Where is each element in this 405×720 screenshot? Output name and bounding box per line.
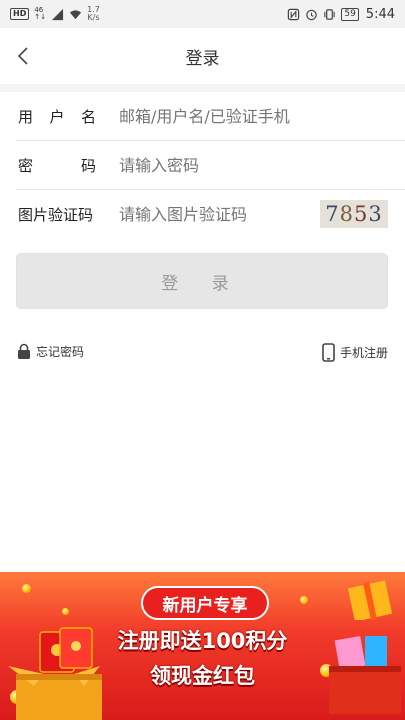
forgot-password-link[interactable]: 忘记密码 xyxy=(17,343,84,360)
new-user-badge: 新用户专享 xyxy=(141,586,269,620)
username-row: 用 户 名 xyxy=(0,92,405,141)
clock: 5:44 xyxy=(365,6,395,22)
back-arrow-icon[interactable] xyxy=(14,44,34,68)
captcha-image[interactable]: 7 8 5 3 xyxy=(320,200,388,228)
phone-register-label: 手机注册 xyxy=(339,346,388,360)
status-bar-right: 59 5:44 xyxy=(287,7,395,22)
coin-decoration xyxy=(300,596,308,604)
captcha-digit: 8 xyxy=(339,202,354,226)
network-speed: 1.7 K/s xyxy=(87,6,100,22)
captcha-row: 图片验证码 7 8 5 3 xyxy=(0,190,405,239)
username-label-char-3: 名 xyxy=(80,108,96,126)
username-label-char-1: 用 xyxy=(18,108,34,126)
page-title: 登录 xyxy=(185,48,220,69)
password-input[interactable] xyxy=(119,156,319,175)
gift-box-icon xyxy=(347,580,393,620)
username-input[interactable] xyxy=(119,107,339,126)
username-label-char-2: 户 xyxy=(49,108,65,126)
vibrate-icon xyxy=(324,8,336,20)
promo-subline: 领现金红包 xyxy=(150,664,255,688)
captcha-digit: 7 xyxy=(325,202,340,226)
password-label: 密 码 xyxy=(18,155,96,176)
mobile-phone-icon xyxy=(322,343,335,362)
hd-badge: HD xyxy=(10,8,30,20)
header: 登录 xyxy=(0,28,405,84)
coin-decoration xyxy=(22,584,31,593)
network-indicator: 46 ↑↓ xyxy=(34,7,46,21)
section-divider xyxy=(0,84,405,92)
speed-unit: K/s xyxy=(87,13,100,22)
phone-register-link[interactable]: 手机注册 xyxy=(322,343,388,362)
forgot-password-label: 忘记密码 xyxy=(36,345,85,359)
network-arrows: ↑↓ xyxy=(34,13,47,21)
captcha-digit: 3 xyxy=(368,202,383,226)
password-label-char-2: 码 xyxy=(80,157,96,175)
promo-headline: 注册即送100积分 xyxy=(117,629,288,653)
wifi-icon xyxy=(70,9,82,19)
captcha-digit: 5 xyxy=(354,202,369,226)
battery-indicator: 59 xyxy=(341,7,359,21)
nfc-icon xyxy=(288,8,300,20)
login-button[interactable]: 登 录 xyxy=(16,253,388,309)
captcha-label: 图片验证码 xyxy=(18,206,94,224)
status-bar-left: HD 46 ↑↓ 1.7 K/s xyxy=(10,6,100,22)
status-bar: HD 46 ↑↓ 1.7 K/s 59 5:44 xyxy=(0,0,405,28)
username-label: 用 户 名 xyxy=(18,106,96,127)
captcha-input[interactable] xyxy=(119,205,309,224)
alarm-icon xyxy=(306,9,318,20)
lock-icon xyxy=(18,343,30,359)
password-row: 密 码 xyxy=(0,141,405,190)
signal-icon xyxy=(52,8,64,20)
coin-decoration xyxy=(62,608,69,615)
password-label-char-1: 密 xyxy=(18,157,34,175)
promo-banner[interactable]: 新用户专享 注册即送100积分 领现金红包 xyxy=(0,572,405,720)
